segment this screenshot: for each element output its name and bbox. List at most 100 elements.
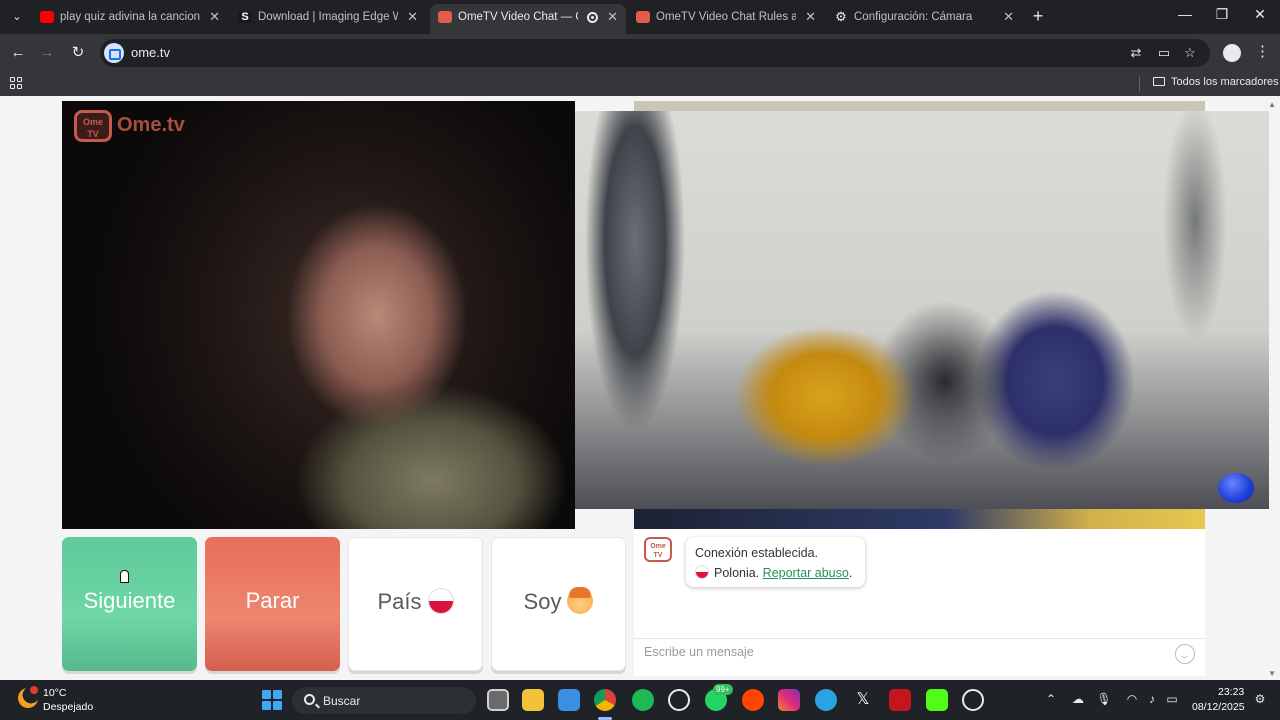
all-bookmarks-button[interactable]: Todos los marcadores [1153,76,1279,88]
windows-start-icon[interactable] [262,690,282,710]
chat-panel: Ome TV Conexión establecida. Polonia. Re… [634,529,1205,676]
onedrive-cloud-icon[interactable]: ☁ [1070,692,1086,706]
taskbar-search-label: Buscar [323,694,361,708]
site-info-icon[interactable] [104,43,124,63]
tab-title: Download | Imaging Edge Web [258,11,398,23]
recording-icon [587,12,598,23]
ometv-icon [636,11,650,23]
chat-divider [634,638,1205,639]
store-icon[interactable] [558,689,580,711]
url-text: ome.tv [131,45,171,60]
country-filter-button[interactable]: País [348,537,483,671]
ometv-logo: Ome TV Ome.tv [74,108,186,142]
country-label: País [377,589,422,614]
ometv-chat-logo-icon: Ome TV [644,537,672,562]
wifi-icon[interactable]: ◠ [1124,692,1140,706]
tab-close-icon[interactable]: ✕ [407,4,418,30]
new-tab-button[interactable]: + [1028,6,1048,27]
youtube-icon [40,11,54,23]
tab-camera-settings[interactable]: ⚙ Configuración: Cámara ✕ [826,4,1022,30]
spotify-icon[interactable] [632,689,654,711]
scroll-down-arrow-icon[interactable]: ▼ [1268,669,1276,678]
weather-description[interactable]: Despejado [43,701,93,713]
report-suffix: . [848,566,853,580]
microphone-icon[interactable]: 🎙 [1096,692,1112,706]
back-icon[interactable]: ← [7,42,29,64]
file-explorer-icon[interactable] [522,689,544,711]
profile-avatar[interactable] [1223,44,1241,62]
search-icon [304,694,315,705]
emoji-picker-icon[interactable] [1175,644,1195,664]
browser-toolbar: ← → ↻ ome.tv ⇄ ▭ ☆ ⋮ [0,34,1280,72]
tab-strip: ⌄ play quiz adivina la cancion - Y ✕ S D… [0,0,1280,34]
all-bookmarks-label: Todos los marcadores [1171,76,1279,88]
tab-ometv-rules[interactable]: OmeTV Video Chat Rules and R ✕ [628,4,824,30]
reload-icon[interactable]: ↻ [67,42,89,64]
telegram-icon[interactable] [815,689,837,711]
tab-title: OmeTV Video Chat Rules and R [656,11,796,23]
chatgpt-icon[interactable] [668,689,690,711]
stop-button[interactable]: Parar [205,537,340,671]
address-bar[interactable]: ome.tv ⇄ ▭ ☆ [100,39,1210,67]
tab-ometv-active[interactable]: OmeTV Video Chat — Ome ✕ [430,4,626,34]
scroll-up-arrow-icon[interactable]: ▲ [1268,100,1276,109]
local-video-stream [575,111,1269,509]
translate-icon[interactable]: ⇄ [1127,45,1145,61]
chat-message-input[interactable]: Escribe un mensaje [644,645,754,659]
boy-face-icon [567,587,594,614]
taskbar-search[interactable]: Buscar [292,687,476,714]
tab-close-icon[interactable]: ✕ [607,4,618,30]
close-window-icon[interactable]: ✕ [1245,6,1275,23]
connection-status: Conexión establecida. [695,546,818,560]
more-menu-icon[interactable]: ⋮ [1255,42,1270,60]
tab-imaging-edge[interactable]: S Download | Imaging Edge Web ✕ [230,4,426,30]
hand-cursor-icon [120,570,129,583]
windows-taskbar: 10°C Despejado Buscar 99+ 𝕏 ⌃ ☁ 🎙 ◠ ♪ ▭ … [0,680,1280,720]
steam-icon[interactable] [962,689,984,711]
reddit-icon[interactable] [742,689,764,711]
maximize-icon[interactable]: ❐ [1207,6,1237,23]
minimize-icon[interactable]: — [1170,6,1200,22]
weather-temperature[interactable]: 10°C [43,687,66,699]
bookmark-star-icon[interactable]: ☆ [1181,45,1199,61]
bookmarks-divider [1139,76,1140,92]
forward-icon[interactable]: → [36,42,58,64]
partner-country: Polonia. [714,566,760,580]
task-view-icon[interactable] [487,689,509,711]
gender-label: Soy [523,589,562,614]
tab-title: Configuración: Cámara [854,11,973,23]
ometv-icon [438,11,452,23]
tab-close-icon[interactable]: ✕ [805,4,816,30]
floating-orb-overlay [1218,473,1254,503]
volume-icon[interactable]: ♪ [1144,692,1160,706]
clock-time[interactable]: 23:23 [1218,686,1244,698]
weather-alert-badge [30,686,38,694]
s-icon: S [238,11,252,23]
battery-icon[interactable]: ▭ [1164,692,1180,706]
report-abuse-link[interactable]: Reportar abuso [763,566,849,580]
notifications-icon[interactable]: ⚙ [1252,692,1268,706]
tray-overflow-chevron-icon[interactable]: ⌃ [1043,692,1059,706]
clock-date[interactable]: 08/12/2025 [1192,701,1245,713]
next-button[interactable]: Siguiente [62,537,197,671]
chrome-icon[interactable] [594,689,616,711]
tab-close-icon[interactable]: ✕ [1003,4,1014,30]
whatsapp-unread-badge: 99+ [713,684,733,695]
folder-icon [1153,77,1165,86]
gear-icon: ⚙ [835,9,847,24]
tab-search-chevron-icon[interactable]: ⌄ [6,7,28,27]
cast-icon[interactable]: ▭ [1155,45,1173,61]
tab-youtube[interactable]: play quiz adivina la cancion - Y ✕ [32,4,228,30]
tab-title: play quiz adivina la cancion - Y [60,11,200,23]
instagram-icon[interactable] [778,689,800,711]
ometv-page: ▲ Ome TV Ome.tv Siguiente Parar País Soy… [0,96,1280,680]
apps-grid-icon[interactable] [10,77,22,89]
kick-icon[interactable] [926,689,948,711]
acrobat-icon[interactable] [889,689,911,711]
x-icon[interactable]: 𝕏 [852,689,874,711]
tab-close-icon[interactable]: ✕ [209,4,220,30]
local-video-bottom-strip [634,509,1205,529]
gender-select-button[interactable]: Soy [491,537,626,671]
poland-flag-icon [427,588,454,614]
system-message: Conexión establecida. Polonia. Reportar … [686,537,865,587]
